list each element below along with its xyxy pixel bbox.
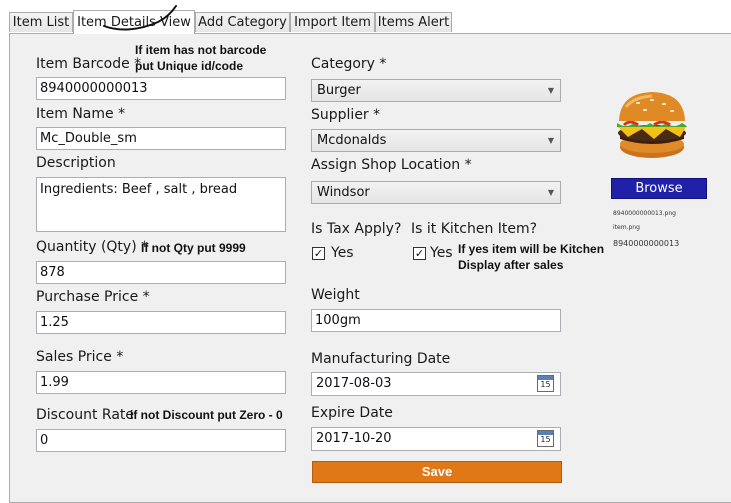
category-select[interactable]: Burger ▼ xyxy=(311,79,561,102)
chevron-down-icon: ▼ xyxy=(547,136,554,145)
save-button[interactable]: Save xyxy=(312,461,562,483)
tax-checkbox[interactable]: ✓ xyxy=(312,247,325,260)
weight-label: Weight xyxy=(311,287,360,303)
barcode-field[interactable]: 8940000000013 xyxy=(36,77,286,100)
kitchen-option-label: Yes xyxy=(430,245,453,261)
item-name-field[interactable]: Mc_Double_sm xyxy=(36,127,286,150)
manufacturing-date-picker[interactable]: 2017-08-03 15 xyxy=(311,372,561,396)
discount-field[interactable]: 0 xyxy=(36,429,286,452)
quantity-field[interactable]: 878 xyxy=(36,261,286,284)
tab-item-list[interactable]: Item List xyxy=(9,12,73,32)
chevron-down-icon: ▼ xyxy=(547,188,554,197)
handwritten-mark xyxy=(103,5,177,31)
tax-label: Is Tax Apply? xyxy=(311,221,402,237)
chevron-down-icon: ▼ xyxy=(547,86,554,95)
discount-label: Discount Rate xyxy=(36,407,135,423)
category-value: Burger xyxy=(317,83,361,98)
burger-image xyxy=(617,92,687,158)
kitchen-label: Is it Kitchen Item? xyxy=(411,221,538,237)
manufacturing-date-value: 2017-08-03 xyxy=(316,376,392,391)
kitchen-checkbox[interactable]: ✓ xyxy=(413,247,426,260)
supplier-select[interactable]: Mcdonalds ▼ xyxy=(311,129,561,152)
expire-date-picker[interactable]: 2017-10-20 15 xyxy=(311,427,561,451)
image-file-alt: item.png xyxy=(613,224,640,231)
sales-price-field[interactable]: 1.99 xyxy=(36,371,286,394)
item-details-panel: Item Barcode * If item has not barcode p… xyxy=(9,33,731,503)
calendar-icon[interactable]: 15 xyxy=(537,375,554,392)
tab-items-alert[interactable]: Items Alert xyxy=(375,12,452,32)
manufacturing-date-label: Manufacturing Date xyxy=(311,351,451,367)
location-label: Assign Shop Location * xyxy=(311,157,472,173)
weight-field[interactable]: 100gm xyxy=(311,309,561,332)
purchase-price-label: Purchase Price * xyxy=(36,289,150,305)
location-select[interactable]: Windsor ▼ xyxy=(311,181,561,204)
browse-button[interactable]: Browse xyxy=(611,178,707,199)
tab-import-item[interactable]: Import Item xyxy=(290,12,375,32)
barcode-note-line2: put Unique id/code xyxy=(135,59,243,73)
purchase-price-field[interactable]: 1.25 xyxy=(36,311,286,334)
quantity-label: Quantity (Qty) * xyxy=(36,239,149,255)
kitchen-note-line1: If yes item will be Kitchen xyxy=(458,242,605,256)
description-field[interactable]: Ingredients: Beef , salt , bread xyxy=(36,177,286,232)
expire-date-label: Expire Date xyxy=(311,405,393,421)
category-label: Category * xyxy=(311,56,387,72)
tax-option-label: Yes xyxy=(331,245,354,261)
calendar-icon[interactable]: 15 xyxy=(537,430,554,447)
tab-strip: Item List Item Details View Add Category… xyxy=(0,0,731,34)
sales-price-label: Sales Price * xyxy=(36,349,124,365)
image-code: 8940000000013 xyxy=(613,239,680,248)
barcode-note-line1: If item has not barcode xyxy=(135,43,267,57)
discount-note: if not Discount put Zero - 0 xyxy=(130,408,283,422)
supplier-label: Supplier * xyxy=(311,107,381,123)
tab-add-category[interactable]: Add Category xyxy=(195,12,290,32)
image-file-name: 8940000000013.png xyxy=(613,210,676,217)
quantity-note: If not Qty put 9999 xyxy=(141,241,246,255)
supplier-value: Mcdonalds xyxy=(317,133,387,148)
kitchen-note-line2: Display after sales xyxy=(458,258,564,272)
description-label: Description xyxy=(36,155,116,171)
barcode-label: Item Barcode * xyxy=(36,56,142,72)
expire-date-value: 2017-10-20 xyxy=(316,431,392,446)
location-value: Windsor xyxy=(317,185,370,200)
item-name-label: Item Name * xyxy=(36,106,126,122)
